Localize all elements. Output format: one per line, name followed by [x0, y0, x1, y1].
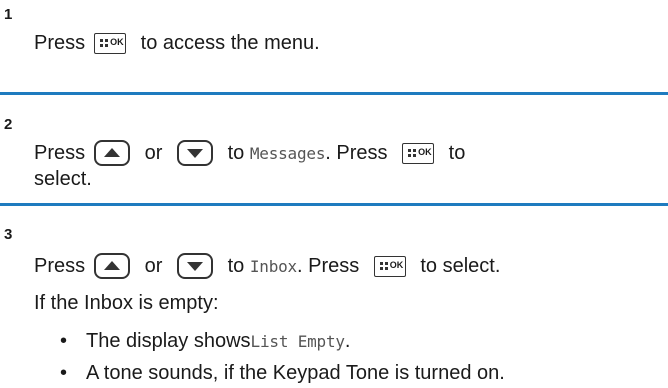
step-3-line-1: Press or to Inbox . Press OK to select. [34, 253, 500, 279]
up-arrow-key-icon [94, 140, 131, 166]
down-arrow-key-icon [177, 140, 214, 166]
menu-ok-key-icon: OK [94, 33, 127, 54]
menu-item-inbox: Inbox [249, 256, 297, 276]
step-separator [0, 92, 668, 95]
display-text-list-empty: List Empty [250, 332, 346, 351]
bullet-item-1: The display shows List Empty . [86, 330, 351, 352]
bullet-icon: • [60, 362, 68, 384]
bullet-icon: • [60, 330, 68, 352]
up-arrow-key-icon [94, 253, 131, 279]
menu-ok-key-icon: OK [402, 142, 435, 164]
down-arrow-key-icon [177, 253, 214, 279]
step-number: 3 [4, 226, 13, 243]
menu-item-messages: Messages [249, 143, 326, 163]
menu-ok-key-icon: OK [373, 255, 406, 277]
step-2-line-1: Press or to Messages . Press OK to [34, 140, 465, 166]
step-separator [0, 203, 668, 206]
step-2-line-2: select. [34, 168, 92, 190]
step-1-text: Press OK to access the menu. [34, 32, 320, 54]
step-number: 2 [4, 116, 13, 133]
step-number: 1 [4, 6, 13, 23]
bullet-item-2: A tone sounds, if the Keypad Tone is tur… [86, 362, 505, 384]
step-3-condition: If the Inbox is empty: [34, 292, 219, 314]
